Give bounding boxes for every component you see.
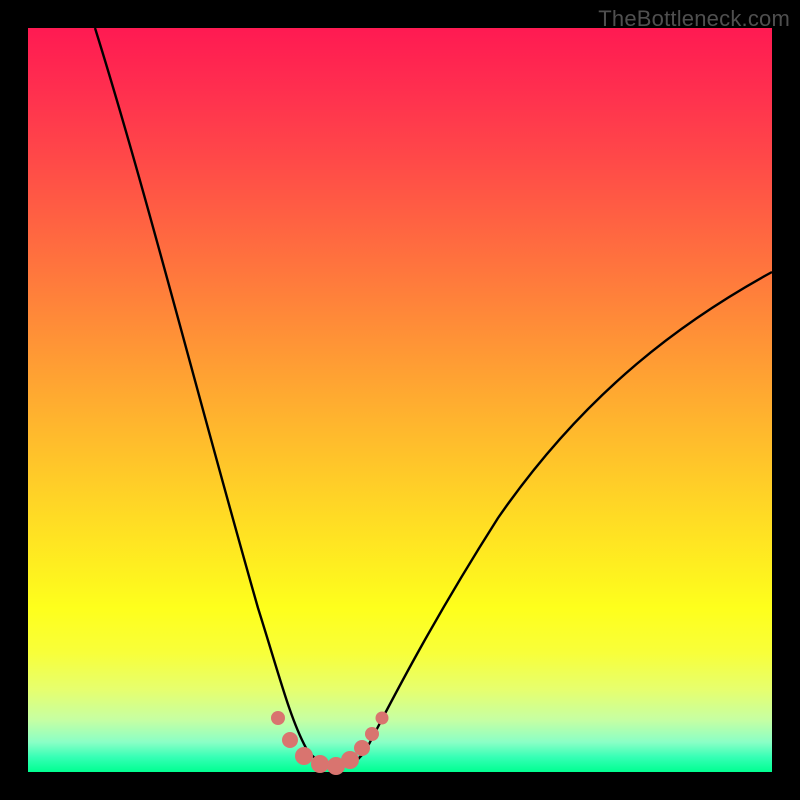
marker-dot — [354, 740, 370, 756]
watermark-text: TheBottleneck.com — [598, 6, 790, 32]
marker-dot — [271, 711, 285, 725]
chart-frame: TheBottleneck.com — [0, 0, 800, 800]
marker-dot — [311, 755, 329, 773]
marker-dot — [295, 747, 313, 765]
marker-dot — [341, 751, 359, 769]
chart-svg — [28, 28, 772, 772]
marker-dot — [376, 712, 389, 725]
bottleneck-curve — [95, 28, 772, 766]
chart-plot-area — [28, 28, 772, 772]
marker-dot — [365, 727, 379, 741]
marker-dot — [282, 732, 298, 748]
